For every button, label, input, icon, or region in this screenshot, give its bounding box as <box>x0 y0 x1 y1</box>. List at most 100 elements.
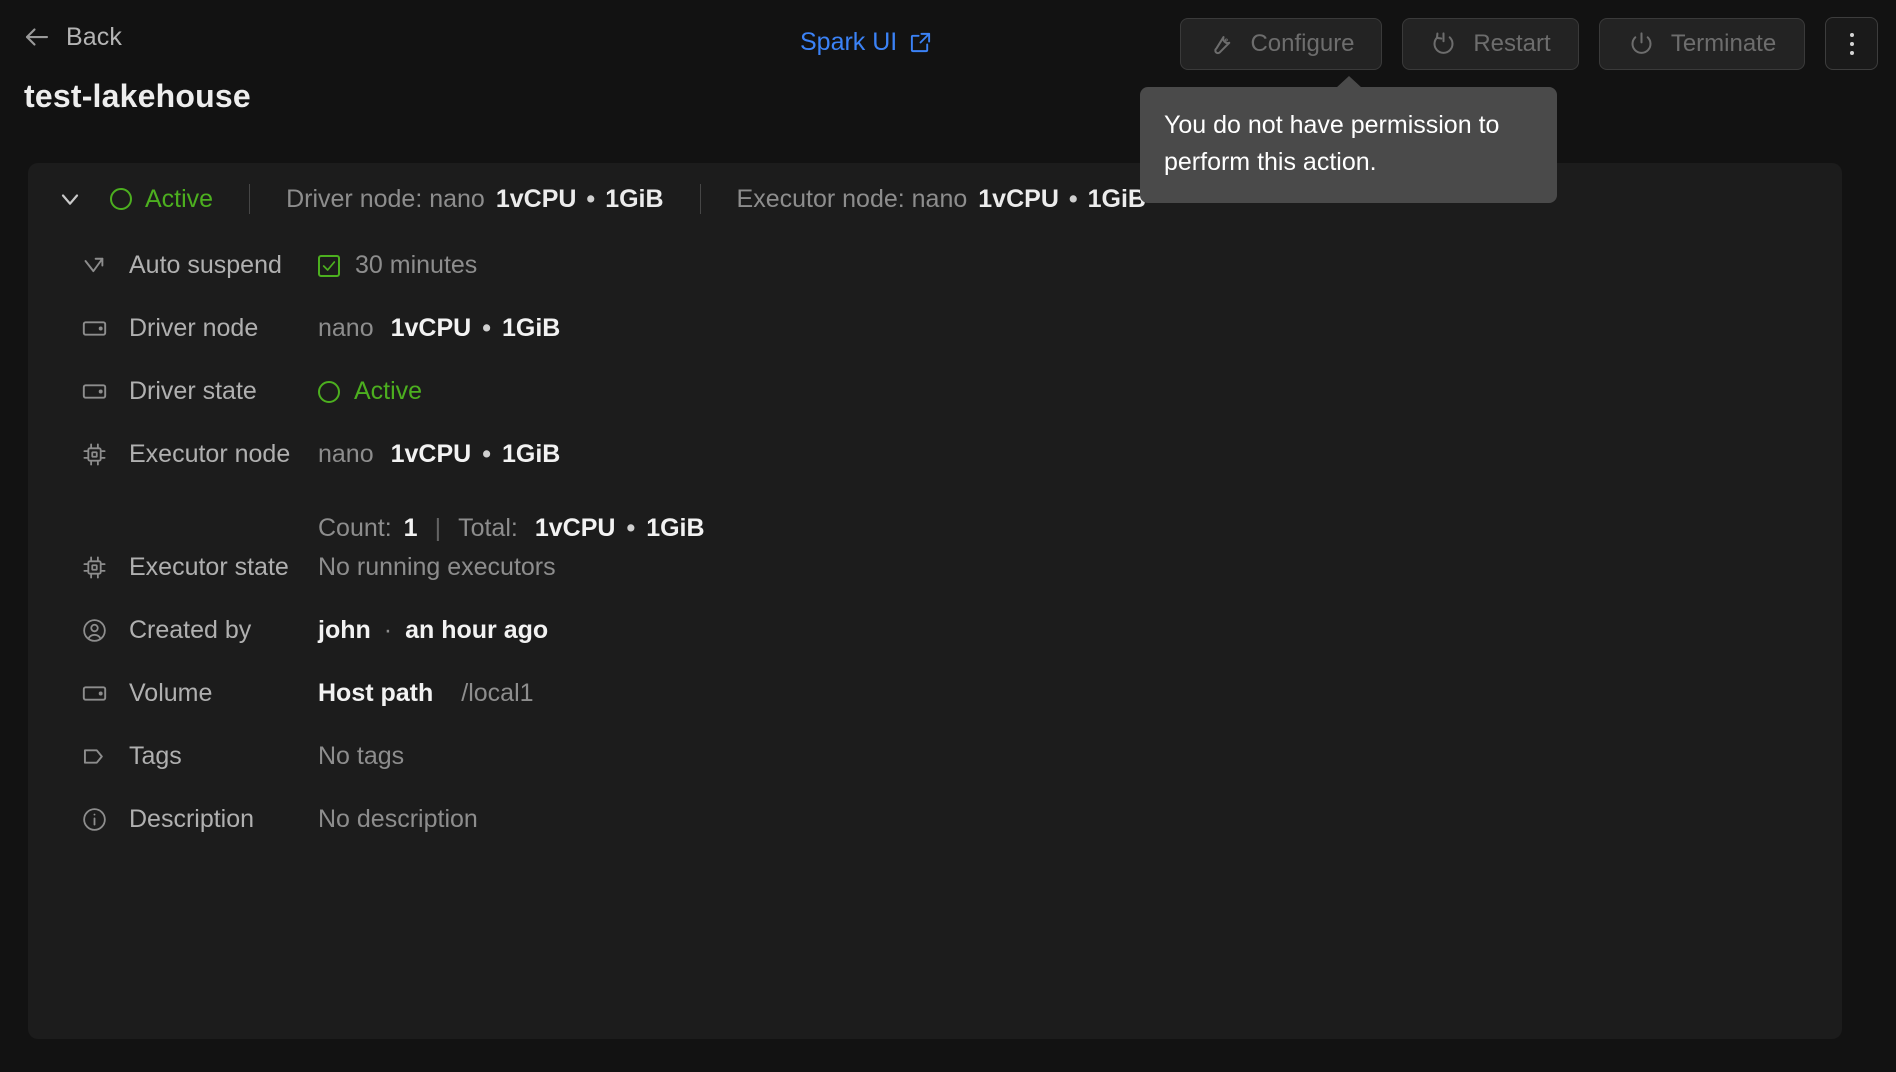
cluster-summary-row: Active Driver node: nano 1vCPU • 1GiB Ex… <box>28 163 1842 235</box>
row-executor-state-label: Executor state <box>129 553 289 581</box>
row-description-label-group: Description <box>28 805 318 834</box>
row-driver-node: Driver node nano 1vCPU • 1GiB <box>28 314 1842 377</box>
summary-divider-1 <box>249 184 251 214</box>
node-box-icon <box>82 686 107 701</box>
summary-executor-sep: • <box>1068 184 1078 213</box>
executor-count-pipe: | <box>434 513 442 542</box>
row-description-label: Description <box>129 805 255 833</box>
row-description-value: No description <box>318 805 478 834</box>
executor-node-size: nano <box>318 440 374 468</box>
row-executor-node-value: nano 1vCPU • 1GiB <box>318 440 560 469</box>
row-auto-suspend-value: 30 minutes <box>318 251 477 280</box>
back-label: Back <box>66 22 122 51</box>
row-created-by-label: Created by <box>129 616 252 644</box>
row-volume-value: Host path /local1 <box>318 679 534 708</box>
row-driver-node-label: Driver node <box>129 314 259 342</box>
summary-driver-cpu: 1vCPU <box>495 184 577 213</box>
row-driver-node-label-group: Driver node <box>28 314 318 343</box>
page-title: test-lakehouse <box>24 78 251 114</box>
info-circle-icon <box>83 808 106 831</box>
auto-suspend-arrow-icon <box>84 257 104 273</box>
chevron-down-icon[interactable] <box>56 185 84 213</box>
check-icon <box>322 260 336 271</box>
status-label: Active <box>145 184 214 213</box>
driver-node-size: nano <box>318 314 374 342</box>
row-auto-suspend-label-group: Auto suspend <box>28 251 318 280</box>
configure-label: Configure <box>1250 29 1355 57</box>
row-executor-state: Executor state No running executors <box>28 553 1842 616</box>
summary-executor-memory: 1GiB <box>1087 184 1146 213</box>
row-created-by: Created by john · an hour ago <box>28 616 1842 679</box>
driver-state-label: Active <box>354 377 423 405</box>
terminate-button[interactable]: Terminate <box>1599 17 1805 70</box>
summary-driver-label: Driver node: nano <box>286 184 485 213</box>
restart-button[interactable]: Restart <box>1402 17 1579 70</box>
back-button[interactable]: Back <box>22 22 122 52</box>
row-driver-state-value: Active <box>318 377 422 406</box>
permission-tooltip: You do not have permission to perform th… <box>1140 76 1557 203</box>
volume-type: Host path <box>318 679 434 707</box>
auto-suspend-duration: 30 minutes <box>355 251 478 279</box>
summary-divider-2 <box>699 184 701 214</box>
auto-suspend-checkbox[interactable] <box>318 254 340 277</box>
summary-driver-node: Driver node: nano 1vCPU • 1GiB <box>286 185 663 214</box>
row-volume-label-group: Volume <box>28 679 318 708</box>
row-description: Description No description <box>28 805 1842 868</box>
volume-path: /local1 <box>461 679 534 707</box>
tooltip-arrow <box>1336 76 1362 88</box>
spark-ui-label: Spark UI <box>800 28 898 56</box>
top-bar: Back test-lakehouse Spark UI Configure R… <box>0 0 1896 114</box>
more-options-button[interactable] <box>1825 17 1878 70</box>
row-driver-state-label: Driver state <box>129 377 257 405</box>
status-ring-icon <box>110 188 132 210</box>
executor-count-value: 1 <box>403 513 418 542</box>
terminate-label: Terminate <box>1670 29 1777 57</box>
row-driver-state: Driver state Active <box>28 377 1842 440</box>
row-created-by-label-group: Created by <box>28 616 318 645</box>
executor-node-cpu: 1vCPU <box>390 440 472 468</box>
details-list: Auto suspend 30 minutes Driver node nano… <box>28 235 1842 868</box>
summary-driver-sep: • <box>586 184 596 213</box>
executor-total-label: Total: <box>458 513 518 542</box>
driver-node-sep: • <box>482 314 491 342</box>
row-tags-label-group: Tags <box>28 742 318 771</box>
driver-state-ring-icon <box>318 380 340 403</box>
power-icon <box>1631 32 1652 54</box>
row-executor-node-label: Executor node <box>129 440 291 468</box>
spark-ui-link[interactable]: Spark UI <box>800 28 932 57</box>
tooltip-text: You do not have permission to perform th… <box>1164 111 1500 176</box>
driver-node-memory: 1GiB <box>501 314 561 342</box>
row-driver-node-value: nano 1vCPU • 1GiB <box>318 314 560 343</box>
row-executor-state-value: No running executors <box>318 553 556 582</box>
created-by-user: john <box>318 616 371 644</box>
row-executor-count-value: Count: 1 | Total: 1vCPU • 1GiB <box>318 514 705 543</box>
executor-count-label: Count: <box>318 513 392 542</box>
wrench-icon <box>1214 36 1231 55</box>
summary-driver-memory: 1GiB <box>605 184 664 213</box>
configure-button[interactable]: Configure <box>1180 17 1382 70</box>
row-volume-label: Volume <box>129 679 213 707</box>
summary-executor-cpu: 1vCPU <box>978 184 1059 213</box>
row-volume: Volume Host path /local1 <box>28 679 1842 742</box>
created-by-time: an hour ago <box>405 616 549 644</box>
driver-node-cpu: 1vCPU <box>390 314 472 342</box>
executor-total-memory: 1GiB <box>646 513 705 542</box>
row-executor-count: Count: 1 | Total: 1vCPU • 1GiB <box>28 503 1842 553</box>
more-vertical-icon <box>1849 32 1854 55</box>
external-link-icon <box>911 32 931 53</box>
node-box-icon <box>82 321 107 336</box>
row-driver-state-label-group: Driver state <box>28 377 318 406</box>
row-tags: Tags No tags <box>28 742 1842 805</box>
row-executor-node-label-group: Executor node <box>28 440 318 469</box>
row-executor-state-label-group: Executor state <box>28 553 318 582</box>
description-value: No description <box>318 805 478 833</box>
row-tags-label: Tags <box>129 742 182 770</box>
row-auto-suspend-label: Auto suspend <box>129 251 282 279</box>
user-circle-icon <box>83 619 106 642</box>
row-created-by-value: john · an hour ago <box>318 616 548 645</box>
executor-total-cpu: 1vCPU <box>534 513 616 542</box>
created-by-sep: · <box>383 616 393 644</box>
cluster-details-card: Active Driver node: nano 1vCPU • 1GiB Ex… <box>28 163 1842 1039</box>
status-badge: Active <box>110 185 213 214</box>
executor-total-sep: • <box>626 513 636 542</box>
